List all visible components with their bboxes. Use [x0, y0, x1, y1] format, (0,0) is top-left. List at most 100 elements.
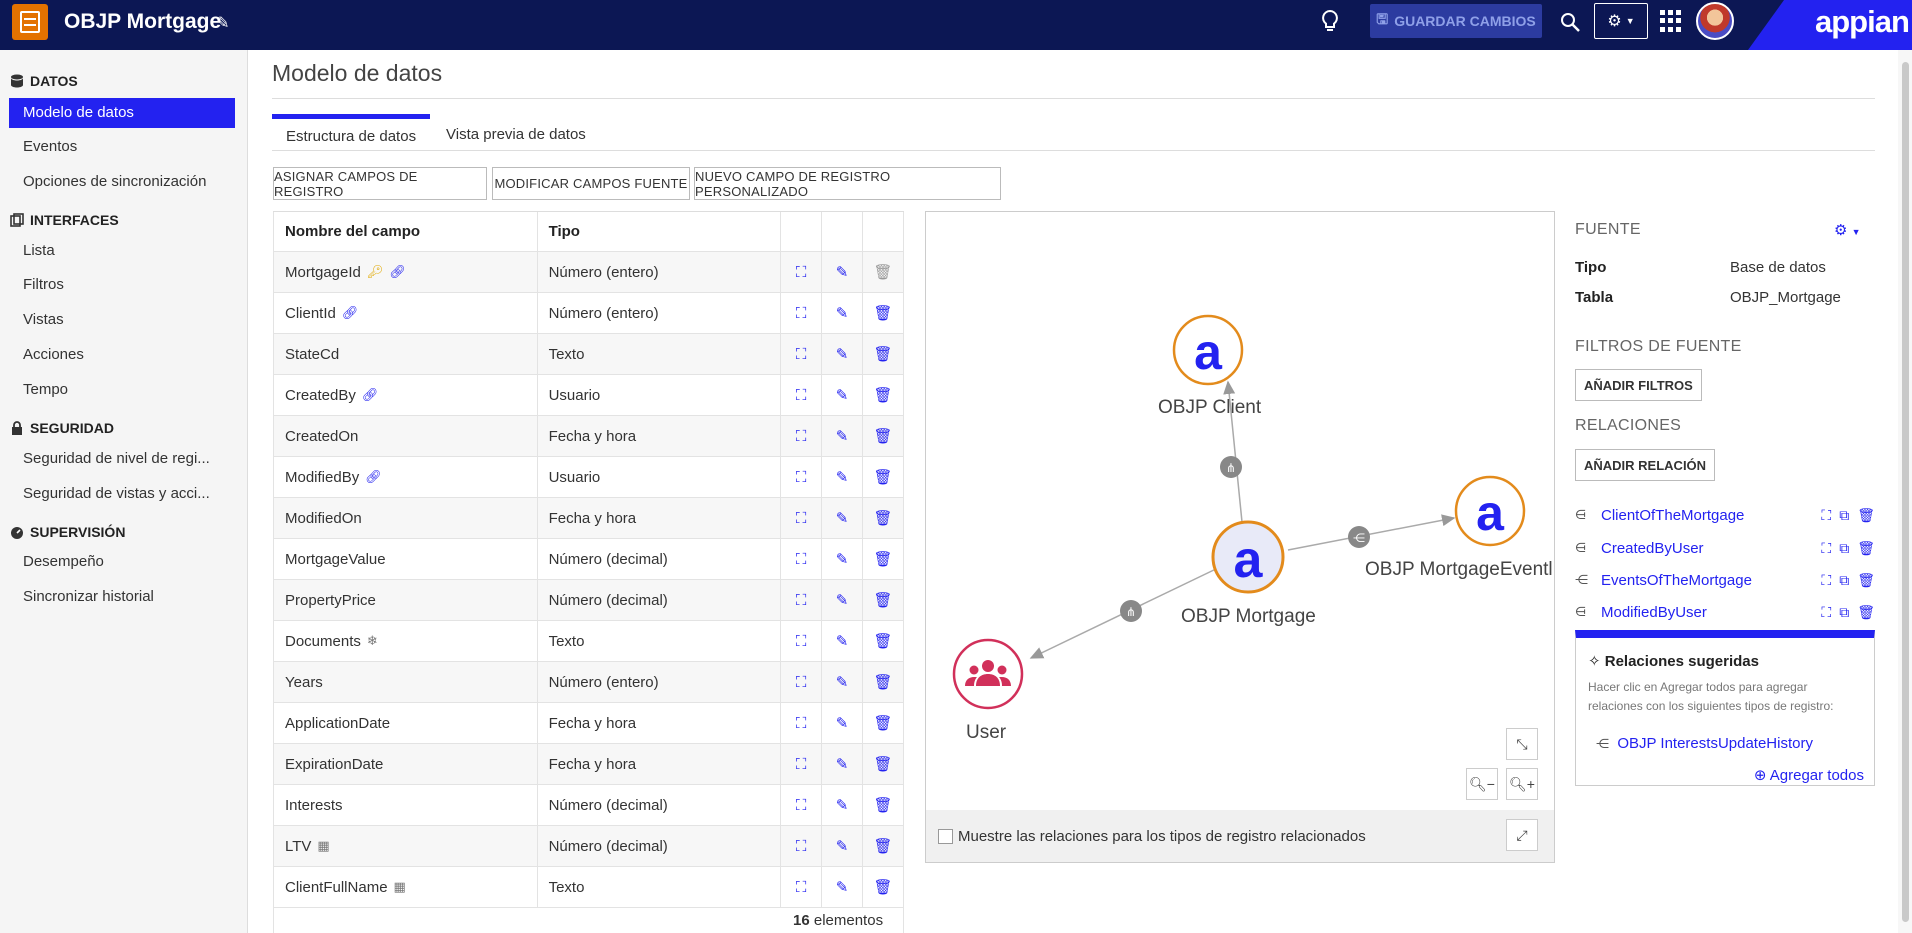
tab-vista-previa[interactable]: Vista previa de datos [432, 114, 600, 150]
delete-field-button[interactable]: 🗑︎ [863, 293, 904, 333]
sidebar-item-sync-options[interactable]: Opciones de sincronización [9, 167, 235, 197]
map-field-button[interactable]: ⛶ [781, 293, 823, 333]
edit-field-button[interactable]: ✎ [822, 744, 864, 784]
trash-icon[interactable]: 🗑︎ [1857, 507, 1875, 524]
edit-field-button[interactable]: ✎ [822, 252, 864, 292]
sidebar-item-lista[interactable]: Lista [9, 236, 235, 266]
relationship-map-icon[interactable]: ⛶ [1821, 540, 1831, 557]
delete-field-button[interactable]: 🗑︎ [863, 580, 904, 620]
edit-field-button[interactable]: ✎ [822, 498, 864, 538]
relation-name-link[interactable]: EventsOfTheMortgage [1601, 572, 1821, 589]
delete-field-button[interactable]: 🗑︎ [863, 498, 904, 538]
map-field-button[interactable]: ⛶ [781, 457, 823, 497]
settings-menu-button[interactable]: ⚙ ▼ [1594, 3, 1648, 39]
delete-field-button[interactable]: 🗑︎ [863, 416, 904, 456]
sidebar-item-modelo-de-datos[interactable]: Modelo de datos [9, 98, 235, 128]
app-navigation-grid-icon[interactable] [1660, 10, 1682, 32]
collapse-button[interactable]: ⤡ [1506, 728, 1538, 760]
add-filters-button[interactable]: AÑADIR FILTROS [1575, 369, 1702, 401]
trash-icon[interactable]: 🗑︎ [1857, 540, 1875, 557]
delete-field-button[interactable]: 🗑︎ [863, 867, 904, 907]
map-field-button[interactable]: ⛶ [781, 539, 823, 579]
trash-icon[interactable]: 🗑︎ [1857, 572, 1875, 589]
modify-source-fields-button[interactable]: MODIFICAR CAMPOS FUENTE [492, 167, 690, 200]
map-field-button[interactable]: ⛶ [781, 375, 823, 415]
sidebar-item-desempeno[interactable]: Desempeño [9, 547, 235, 577]
relation-name-link[interactable]: CreatedByUser [1601, 540, 1821, 557]
map-field-button[interactable]: ⛶ [781, 621, 823, 661]
map-field-button[interactable]: ⛶ [781, 498, 823, 538]
relation-name-link[interactable]: ClientOfTheMortgage [1601, 507, 1821, 524]
add-relation-button[interactable]: AÑADIR RELACIÓN [1575, 449, 1716, 481]
edit-field-button[interactable]: ✎ [822, 580, 864, 620]
edit-field-button[interactable]: ✎ [822, 293, 864, 333]
expand-button[interactable]: ⤢ [1506, 819, 1538, 851]
map-field-button[interactable]: ⛶ [781, 252, 823, 292]
sidebar-item-vistas[interactable]: Vistas [9, 305, 235, 335]
delete-field-button[interactable]: 🗑︎ [863, 621, 904, 661]
map-field-button[interactable]: ⛶ [781, 785, 823, 825]
delete-field-button[interactable]: 🗑︎ [863, 826, 904, 866]
edit-field-button[interactable]: ✎ [822, 662, 864, 702]
suggested-relation-item[interactable]: ⋲ OBJP InterestsUpdateHistory [1596, 735, 1813, 752]
relation-name-link[interactable]: ModifiedByUser [1601, 604, 1821, 621]
add-all-button[interactable]: ⊕ Agregar todos [1754, 766, 1864, 784]
sidebar-item-acciones[interactable]: Acciones [9, 340, 235, 370]
open-external-icon[interactable]: ⧉ [1839, 604, 1849, 621]
edit-field-button[interactable]: ✎ [822, 867, 864, 907]
show-related-checkbox[interactable] [938, 829, 953, 844]
relationship-diagram[interactable]: ⋔ ⋲ ⋔ a a a OBJP Client OBJP Mortgage OB… [925, 211, 1555, 863]
map-field-button[interactable]: ⛶ [781, 826, 823, 866]
open-external-icon[interactable]: ⧉ [1839, 507, 1849, 524]
relationship-map-icon[interactable]: ⛶ [1821, 572, 1831, 589]
lightbulb-icon[interactable] [1319, 9, 1341, 35]
map-field-button[interactable]: ⛶ [781, 703, 823, 743]
trash-icon[interactable]: 🗑︎ [1857, 604, 1875, 621]
edit-field-button[interactable]: ✎ [822, 334, 864, 374]
delete-field-button[interactable]: 🗑︎ [863, 334, 904, 374]
sidebar-item-eventos[interactable]: Eventos [9, 132, 235, 162]
sidebar-item-filtros[interactable]: Filtros [9, 270, 235, 300]
tab-estructura-de-datos[interactable]: Estructura de datos [272, 114, 431, 150]
user-avatar[interactable] [1696, 2, 1734, 40]
delete-field-button[interactable]: 🗑︎ [863, 744, 904, 784]
delete-field-button[interactable]: 🗑︎ [863, 539, 904, 579]
edit-field-button[interactable]: ✎ [822, 703, 864, 743]
open-external-icon[interactable]: ⧉ [1839, 572, 1849, 589]
open-external-icon[interactable]: ⧉ [1839, 540, 1849, 557]
edit-field-button[interactable]: ✎ [822, 621, 864, 661]
save-changes-button[interactable]: 🖫 GUARDAR CAMBIOS [1370, 4, 1542, 38]
sidebar-item-views-security[interactable]: Seguridad de vistas y acci... [9, 479, 235, 509]
edit-field-button[interactable]: ✎ [822, 785, 864, 825]
edit-field-button[interactable]: ✎ [822, 826, 864, 866]
map-field-button[interactable]: ⛶ [781, 334, 823, 374]
delete-field-button[interactable]: 🗑︎ [863, 703, 904, 743]
map-field-button[interactable]: ⛶ [781, 580, 823, 620]
map-field-button[interactable]: ⛶ [781, 744, 823, 784]
edit-field-button[interactable]: ✎ [822, 539, 864, 579]
object-search-icon[interactable] [1558, 10, 1582, 34]
map-field-button[interactable]: ⛶ [781, 662, 823, 702]
map-field-button[interactable]: ⛶ [781, 867, 823, 907]
relationship-map-icon[interactable]: ⛶ [1821, 507, 1831, 524]
delete-field-button[interactable]: 🗑︎ [863, 375, 904, 415]
edit-field-button[interactable]: ✎ [822, 416, 864, 456]
source-settings-button[interactable]: ⚙ ▼ [1834, 221, 1861, 239]
new-custom-field-button[interactable]: NUEVO CAMPO DE REGISTRO PERSONALIZADO [694, 167, 1001, 200]
edit-title-icon[interactable]: ✎ [216, 13, 229, 33]
zoom-in-button[interactable]: 🔍︎+ [1506, 768, 1538, 800]
page-scrollbar-thumb[interactable] [1902, 62, 1909, 922]
delete-field-button[interactable]: 🗑︎ [863, 662, 904, 702]
sidebar-item-record-security[interactable]: Seguridad de nivel de regi... [9, 444, 235, 474]
assign-record-fields-button[interactable]: ASIGNAR CAMPOS DE REGISTRO [273, 167, 487, 200]
edit-field-button[interactable]: ✎ [822, 375, 864, 415]
sidebar-item-sync-history[interactable]: Sincronizar historial [9, 582, 235, 612]
zoom-out-button[interactable]: 🔍︎− [1466, 768, 1498, 800]
edit-field-button[interactable]: ✎ [822, 457, 864, 497]
relationship-map-icon[interactable]: ⛶ [1821, 604, 1831, 621]
edge-mortgage-event [1287, 514, 1456, 551]
map-field-button[interactable]: ⛶ [781, 416, 823, 456]
sidebar-item-tempo[interactable]: Tempo [9, 375, 235, 405]
delete-field-button[interactable]: 🗑︎ [863, 785, 904, 825]
delete-field-button[interactable]: 🗑︎ [863, 457, 904, 497]
